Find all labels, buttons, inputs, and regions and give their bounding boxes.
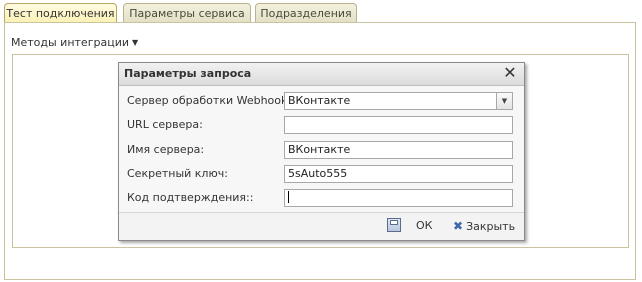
menu-label: Методы интеграции: [11, 36, 129, 49]
chevron-down-icon[interactable]: ▼: [496, 93, 512, 109]
server-name-input[interactable]: ВКонтакте: [284, 141, 513, 159]
tab-label: Тест подключения: [6, 7, 115, 20]
caret-down-icon: ▼: [132, 38, 139, 47]
text-cursor: [288, 191, 289, 203]
integration-methods-menu[interactable]: Методы интеграции ▼: [11, 36, 138, 49]
confirmation-code-label: Код подтверждения::: [127, 191, 254, 204]
dialog-title: Параметры запроса: [124, 67, 252, 80]
confirmation-code-input[interactable]: [284, 189, 513, 207]
dialog-header: Параметры запроса ✕: [119, 63, 524, 86]
server-name-value: ВКонтакте: [288, 143, 351, 156]
tab-departments[interactable]: Подразделения: [255, 3, 357, 22]
tab-label: Параметры сервиса: [129, 7, 245, 20]
secret-key-value: 5sAuto555: [288, 167, 348, 180]
secret-key-label: Секретный ключ:: [127, 167, 228, 180]
server-url-label: URL сервера:: [127, 118, 203, 131]
close-button-label: Закрыть: [466, 220, 516, 233]
close-x-icon: ✖: [453, 219, 464, 233]
request-params-dialog: Параметры запроса ✕ Сервер обработки Web…: [118, 62, 525, 241]
webhook-server-select[interactable]: ВКонтакте ▼: [284, 92, 513, 110]
webhook-server-label: Сервер обработки Webhook:: [127, 94, 292, 107]
tab-connection-test[interactable]: Тест подключения: [4, 3, 117, 23]
tab-service-params[interactable]: Параметры сервиса: [123, 3, 251, 22]
webhook-server-value: ВКонтакте: [288, 94, 351, 107]
secret-key-input[interactable]: 5sAuto555: [284, 165, 513, 183]
close-icon[interactable]: ✕: [502, 64, 518, 82]
tab-label: Подразделения: [260, 7, 352, 20]
ok-button[interactable]: ОК: [416, 218, 432, 234]
server-name-label: Имя сервера:: [127, 143, 205, 156]
dialog-footer: ОК ✖ Закрыть: [119, 212, 524, 240]
close-button[interactable]: ✖ Закрыть: [453, 218, 515, 234]
save-icon[interactable]: [387, 218, 401, 234]
server-url-input[interactable]: [284, 116, 513, 134]
